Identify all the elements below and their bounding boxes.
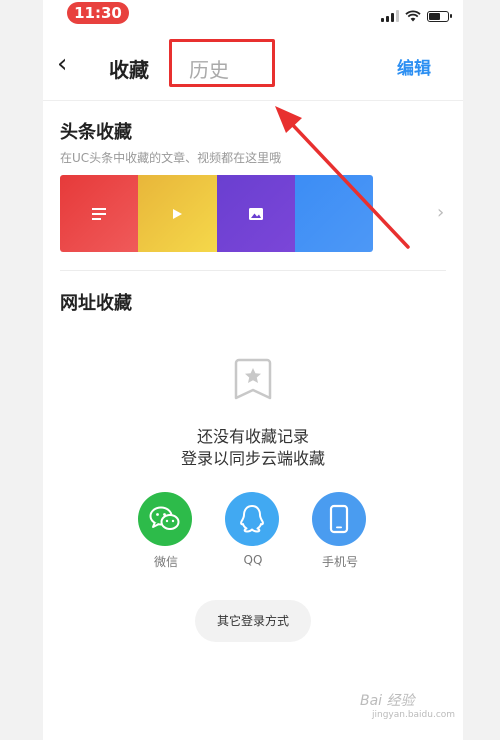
login-phone[interactable]: 手机号 (312, 492, 368, 570)
headlines-title: 头条收藏 (60, 122, 132, 143)
article-icon (92, 207, 107, 220)
play-icon (173, 208, 183, 219)
baidu-watermark: Bai 经验 jingyan.baidu.com (360, 690, 480, 720)
tile-articles[interactable] (60, 175, 139, 252)
back-button[interactable]: ‹ (57, 51, 67, 77)
bookmark-star-icon (234, 358, 272, 400)
empty-sync-hint: 登录以同步云端收藏 (180, 449, 325, 468)
watermark-main: Bai 经验 (360, 693, 415, 709)
empty-message: 还没有收藏记录 (196, 427, 309, 446)
headlines-subtitle: 在UC头条中收藏的文章、视频都在这里哦 (60, 151, 282, 165)
login-qq-label: QQ (243, 553, 263, 567)
tile-images[interactable] (216, 175, 295, 252)
tab-favorites[interactable]: 收藏 (109, 54, 149, 83)
tile-more[interactable] (294, 175, 373, 252)
login-qq[interactable]: QQ (225, 492, 281, 567)
qq-icon[interactable] (225, 492, 279, 546)
bookmarks-title: 网址收藏 (60, 293, 132, 314)
status-icons (381, 6, 452, 26)
tab-history[interactable]: 历史 (189, 54, 229, 83)
section-divider (60, 270, 446, 271)
phone-icon[interactable] (312, 492, 366, 546)
edit-button[interactable]: 编辑 (397, 54, 431, 79)
tile-videos[interactable] (138, 175, 217, 252)
login-wechat-label: 微信 (153, 555, 178, 569)
signal-icon (381, 10, 399, 22)
wifi-icon (405, 10, 421, 22)
status-bar: 11:30 (43, 0, 463, 30)
phone-screen: 11:30 ‹ 收藏 历史 编辑 头条收藏 在UC头条中收藏的文章、视频都在这里… (43, 0, 463, 740)
chevron-right-icon[interactable]: › (437, 202, 444, 223)
image-icon (248, 207, 263, 220)
watermark-sub: jingyan.baidu.com (372, 710, 456, 720)
status-time: 11:30 (67, 2, 129, 24)
login-wechat[interactable]: 微信 (138, 492, 194, 570)
header-bar: ‹ 收藏 历史 编辑 (43, 30, 463, 101)
wechat-icon[interactable] (138, 492, 192, 546)
battery-icon (427, 10, 452, 22)
login-phone-label: 手机号 (321, 555, 358, 569)
other-login-button[interactable]: 其它登录方式 (195, 600, 311, 642)
headlines-tiles[interactable] (60, 175, 373, 252)
